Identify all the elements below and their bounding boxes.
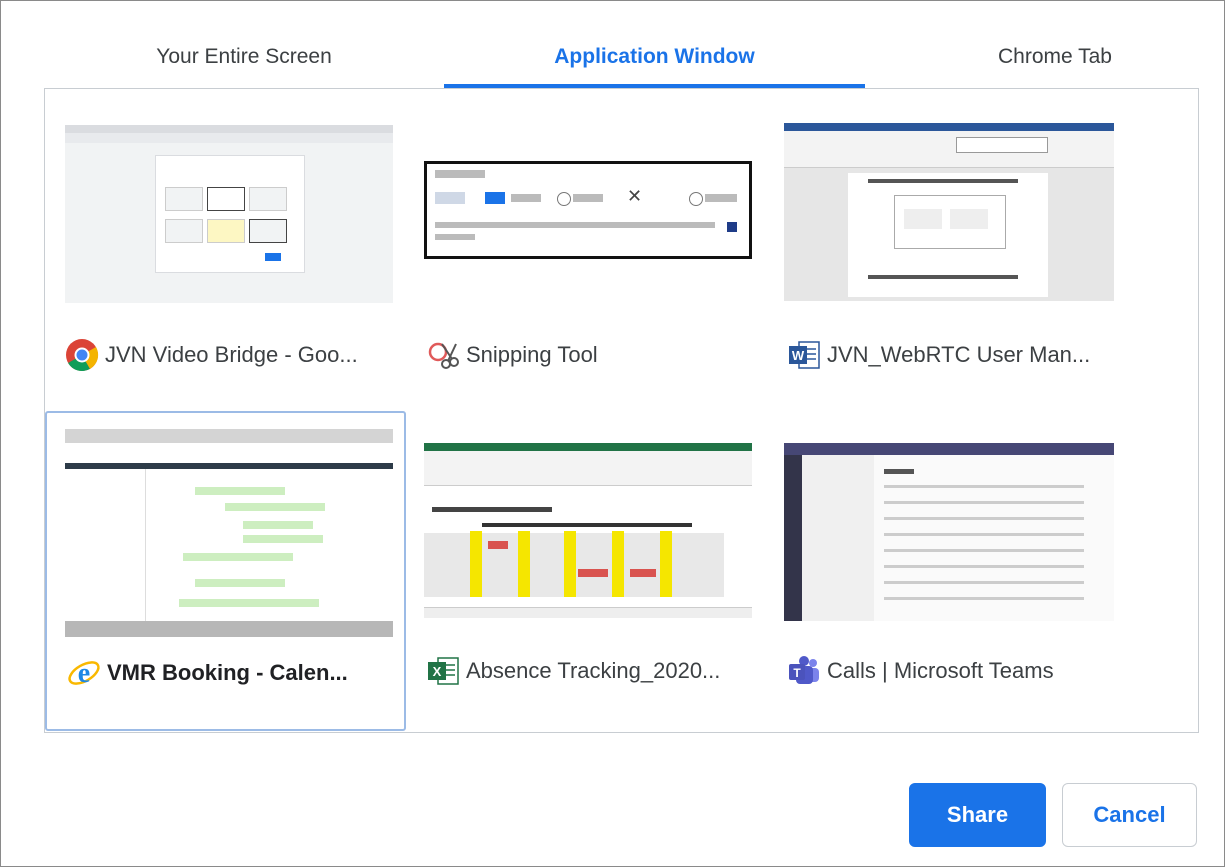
snipping-tool-icon xyxy=(426,338,460,372)
tab-chrome-tab[interactable]: Chrome Tab xyxy=(880,30,1225,86)
teams-icon: T xyxy=(787,654,821,688)
window-item-excel[interactable]: X Absence Tracking_2020... xyxy=(406,411,767,731)
window-picker-grid: JVN Video Bridge - Goo... ✕ Snipping Too… xyxy=(44,88,1199,733)
window-title: Snipping Tool xyxy=(426,335,598,375)
cancel-button[interactable]: Cancel xyxy=(1062,783,1197,847)
window-title: W JVN_WebRTC User Man... xyxy=(787,335,1090,375)
word-icon: W xyxy=(787,338,821,372)
window-item-word[interactable]: W JVN_WebRTC User Man... xyxy=(767,109,1128,429)
window-title: e VMR Booking - Calen... xyxy=(67,653,348,693)
window-thumbnail xyxy=(65,429,393,637)
window-item-internet-explorer[interactable]: e VMR Booking - Calen... xyxy=(45,411,406,731)
tab-application-window[interactable]: Application Window xyxy=(444,30,865,86)
tab-entire-screen[interactable]: Your Entire Screen xyxy=(44,30,444,86)
window-thumbnail xyxy=(784,123,1114,301)
window-title: T Calls | Microsoft Teams xyxy=(787,651,1054,691)
excel-icon: X xyxy=(426,654,460,688)
svg-text:T: T xyxy=(793,666,801,680)
svg-text:X: X xyxy=(433,664,442,679)
window-thumbnail xyxy=(65,125,393,303)
window-thumbnail xyxy=(784,443,1114,621)
window-thumbnail xyxy=(424,443,752,621)
window-thumbnail: ✕ xyxy=(424,161,752,259)
window-item-teams[interactable]: T Calls | Microsoft Teams xyxy=(767,411,1128,731)
svg-text:W: W xyxy=(792,348,805,363)
internet-explorer-icon: e xyxy=(67,656,101,690)
window-item-chrome[interactable]: JVN Video Bridge - Goo... xyxy=(45,109,406,429)
window-item-snipping-tool[interactable]: ✕ Snipping Tool xyxy=(406,109,767,429)
chrome-icon xyxy=(65,338,99,372)
window-title: JVN Video Bridge - Goo... xyxy=(65,335,358,375)
share-button[interactable]: Share xyxy=(909,783,1046,847)
svg-text:e: e xyxy=(78,658,90,689)
window-title: X Absence Tracking_2020... xyxy=(426,651,720,691)
